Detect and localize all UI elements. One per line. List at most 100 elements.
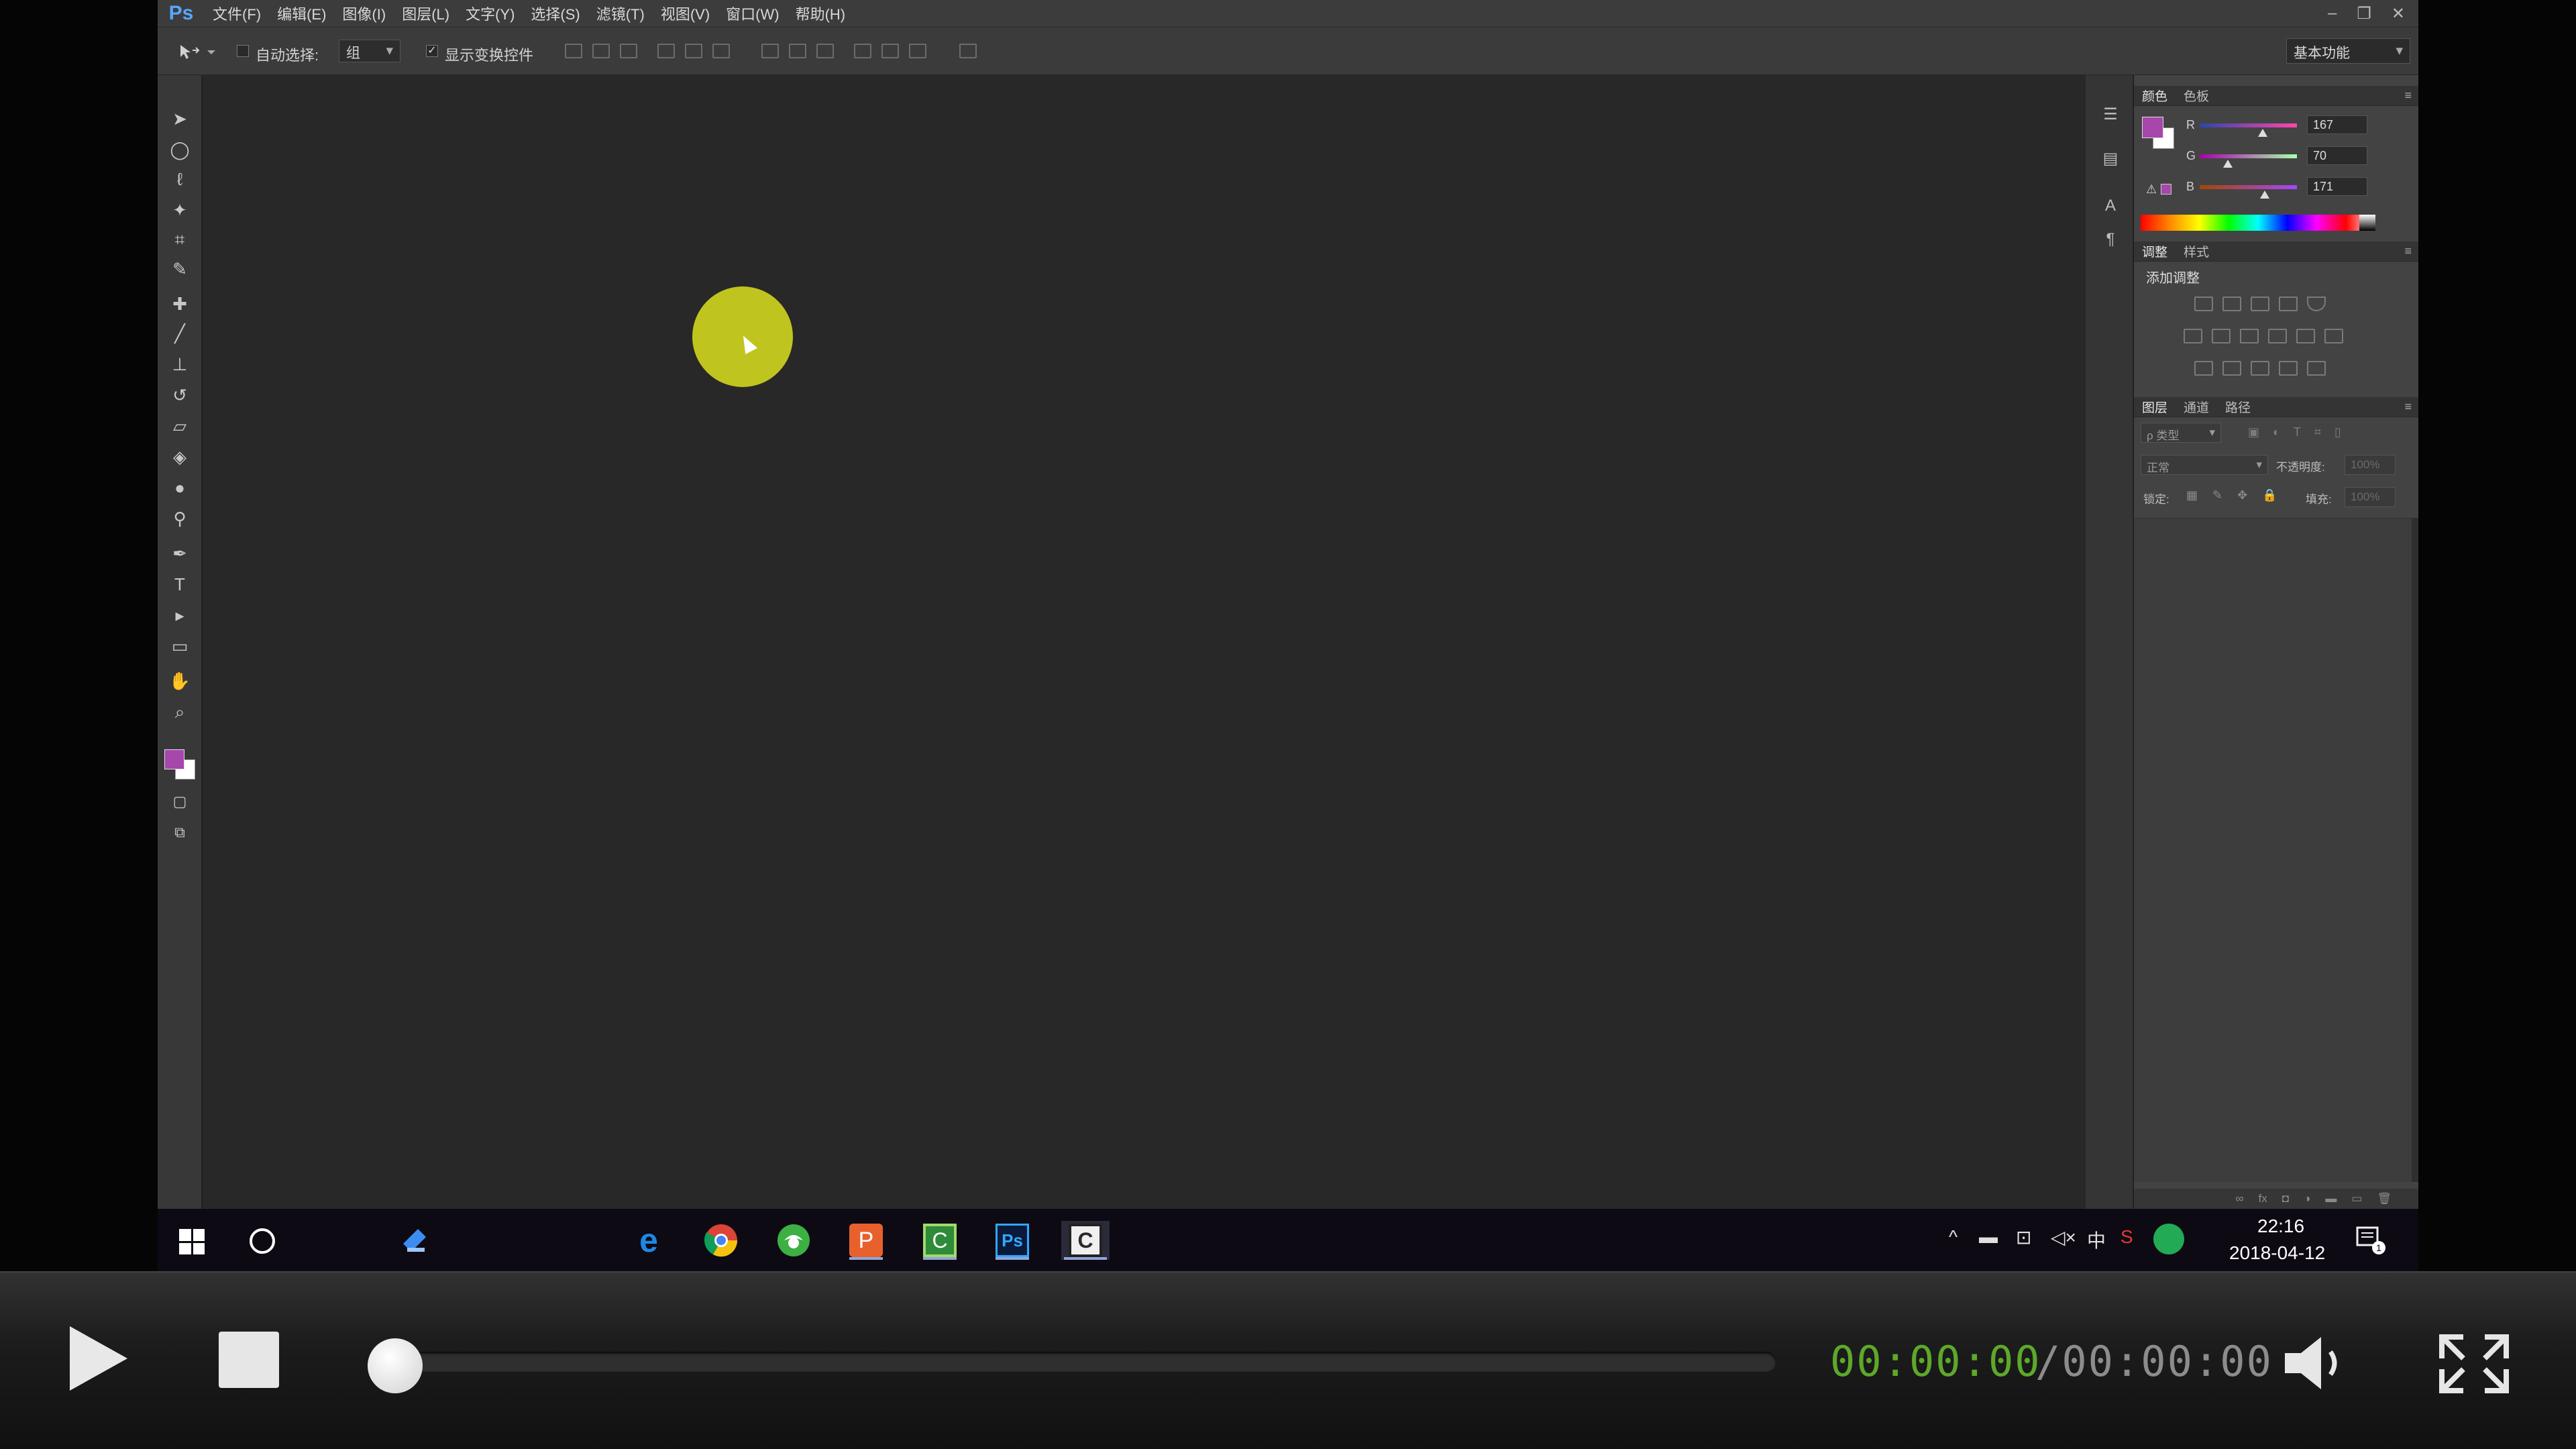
add-mask-icon[interactable]: ◘ <box>2282 1192 2289 1205</box>
path-select-tool-icon[interactable]: ▸ <box>168 604 191 627</box>
minimize-button[interactable]: – <box>2328 4 2337 23</box>
vibrance-icon[interactable] <box>2307 297 2326 311</box>
align-hcenter-icon[interactable] <box>685 44 702 58</box>
menu-view[interactable]: 视图(V) <box>653 3 718 24</box>
wechat-tray-icon[interactable] <box>2153 1224 2184 1254</box>
distribute-left-icon[interactable] <box>854 44 871 58</box>
move-tool-icon[interactable]: ➤ <box>168 107 191 130</box>
color-panel-foreground-swatch[interactable] <box>2142 117 2163 138</box>
tab-color[interactable]: 颜色 <box>2134 87 2176 105</box>
panel-menu-icon[interactable]: ≡ <box>2404 400 2412 414</box>
tab-swatches[interactable]: 色板 <box>2176 87 2217 105</box>
battery-icon[interactable]: ▬ <box>1979 1226 1998 1248</box>
menu-image[interactable]: 图像(I) <box>334 3 394 24</box>
posterize-icon[interactable] <box>2222 361 2241 376</box>
selective-color-icon[interactable] <box>2279 361 2298 376</box>
history-panel-icon[interactable]: ☰ <box>2100 105 2121 125</box>
align-vcenter-icon[interactable] <box>592 44 610 58</box>
channel-b-value[interactable]: 171 <box>2307 177 2367 196</box>
layer-style-icon[interactable]: fx <box>2259 1192 2267 1205</box>
panel-menu-icon[interactable]: ≡ <box>2404 89 2412 103</box>
tab-layers[interactable]: 图层 <box>2134 398 2176 416</box>
filter-type-icon[interactable]: T <box>2294 425 2301 439</box>
distribute-bottom-icon[interactable] <box>816 44 834 58</box>
align-right-icon[interactable] <box>712 44 730 58</box>
chrome-icon[interactable] <box>702 1221 741 1260</box>
marquee-tool-icon[interactable]: ◯ <box>168 138 191 161</box>
distribute-right-icon[interactable] <box>909 44 926 58</box>
show-transform-checkbox[interactable]: ✓ <box>426 45 438 57</box>
dodge-tool-icon[interactable]: ⚲ <box>168 507 191 530</box>
layers-scrollbar[interactable] <box>2412 518 2418 1182</box>
volume-icon[interactable] <box>2281 1333 2355 1393</box>
quick-select-tool-icon[interactable]: ✦ <box>168 199 191 221</box>
menu-window[interactable]: 窗口(W) <box>718 3 787 24</box>
distribute-hcenter-icon[interactable] <box>881 44 899 58</box>
workspace-dropdown[interactable]: 基本功能 ▾ <box>2286 38 2410 64</box>
auto-align-icon[interactable] <box>959 44 977 58</box>
menu-layer[interactable]: 图层(L) <box>394 3 458 24</box>
quick-mask-icon[interactable]: ▢ <box>168 790 191 813</box>
brightness-contrast-icon[interactable] <box>2194 297 2213 311</box>
blur-tool-icon[interactable]: ● <box>168 476 191 499</box>
hand-tool-icon[interactable]: ✋ <box>168 669 191 692</box>
filter-pixel-icon[interactable]: ▣ <box>2248 425 2259 439</box>
menu-help[interactable]: 帮助(H) <box>788 3 854 24</box>
eyedropper-tool-icon[interactable]: ✎ <box>168 258 191 280</box>
cortana-search-icon[interactable] <box>250 1228 275 1254</box>
restore-button[interactable]: ❐ <box>2357 4 2371 23</box>
black-white-icon[interactable] <box>2240 329 2259 343</box>
menu-type[interactable]: 文字(Y) <box>458 3 523 24</box>
windows-start-icon[interactable] <box>179 1229 205 1254</box>
align-left-icon[interactable] <box>657 44 675 58</box>
zoom-tool-icon[interactable]: ⌕ <box>168 700 191 723</box>
pen-tool-icon[interactable]: ✒ <box>168 542 191 565</box>
properties-panel-icon[interactable]: ▤ <box>2100 149 2121 169</box>
link-layers-icon[interactable]: ∞ <box>2235 1192 2243 1205</box>
ime-indicator[interactable]: 中 <box>2087 1226 2106 1253</box>
healing-brush-tool-icon[interactable]: ✚ <box>168 292 191 315</box>
camtasia-icon[interactable]: C <box>920 1221 959 1260</box>
network-icon[interactable]: ⊡ <box>2016 1226 2031 1248</box>
channel-b-slider[interactable] <box>2200 185 2297 189</box>
channel-mixer-icon[interactable] <box>2296 329 2315 343</box>
browser360-icon[interactable] <box>774 1221 813 1260</box>
screen-mode-icon[interactable]: ⧉ <box>168 821 191 844</box>
lasso-tool-icon[interactable]: ℓ <box>168 168 191 191</box>
camtasia-recorder-icon[interactable]: C <box>1061 1221 1110 1260</box>
channel-g-slider[interactable] <box>2200 154 2297 158</box>
gamut-warning-icon[interactable]: ⚠ <box>2146 182 2157 197</box>
new-group-icon[interactable]: ▬ <box>2325 1192 2337 1205</box>
align-bottom-icon[interactable] <box>620 44 637 58</box>
tab-channels[interactable]: 通道 <box>2176 398 2217 416</box>
edge-icon[interactable]: e <box>629 1221 668 1260</box>
distribute-top-icon[interactable] <box>761 44 779 58</box>
auto-select-checkbox[interactable] <box>237 45 249 57</box>
seek-bar[interactable] <box>370 1352 1776 1372</box>
levels-icon[interactable] <box>2222 297 2241 311</box>
stop-button[interactable] <box>219 1332 279 1388</box>
clock-time[interactable]: 22:16 <box>2257 1216 2304 1237</box>
paint-bucket-tool-icon[interactable]: ◈ <box>168 445 191 468</box>
filter-smart-object-icon[interactable]: ▯ <box>2334 425 2341 439</box>
blend-mode-dropdown[interactable]: 正常 ▾ <box>2141 455 2268 475</box>
lock-position-icon[interactable]: ✥ <box>2237 488 2247 502</box>
volume-muted-icon[interactable]: ◁× <box>2051 1226 2076 1248</box>
type-tool-icon[interactable]: T <box>168 573 191 596</box>
channel-b-knob[interactable] <box>2260 191 2269 199</box>
lock-pixels-icon[interactable]: ✎ <box>2212 488 2222 502</box>
document-canvas[interactable] <box>203 75 2085 1209</box>
hue-saturation-icon[interactable] <box>2184 329 2202 343</box>
tab-styles[interactable]: 样式 <box>2176 242 2217 260</box>
brush-tool-icon[interactable]: ╱ <box>168 322 191 345</box>
threshold-icon[interactable] <box>2251 361 2269 376</box>
lock-all-icon[interactable]: 🔒 <box>2262 488 2277 502</box>
opacity-field[interactable]: 100% <box>2345 455 2396 475</box>
clock-date[interactable]: 2018-04-12 <box>2229 1242 2325 1264</box>
sogou-input-icon[interactable]: S <box>2121 1226 2133 1248</box>
powerpoint-icon[interactable]: P <box>847 1221 885 1260</box>
channel-g-knob[interactable] <box>2223 160 2233 168</box>
black-white-ramp[interactable] <box>2359 215 2375 231</box>
channel-r-knob[interactable] <box>2258 129 2267 137</box>
foreground-color-swatch[interactable] <box>164 749 184 769</box>
